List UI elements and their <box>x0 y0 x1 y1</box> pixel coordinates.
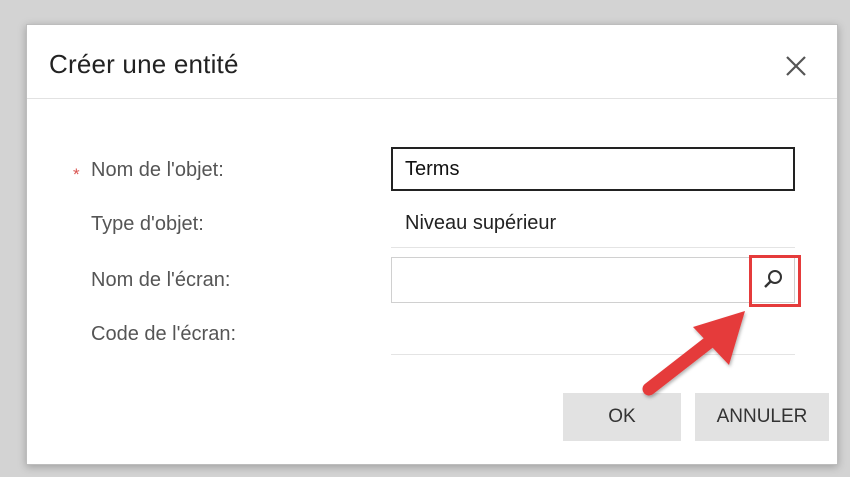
search-icon <box>764 270 782 288</box>
pointer-arrow-icon <box>642 311 745 396</box>
screen-code-label: Code de l'écran: <box>91 323 237 345</box>
required-indicator: * <box>73 165 80 184</box>
object-name-label: Nom de l'objet: <box>91 159 224 181</box>
object-type-label: Type d'objet: <box>91 213 204 235</box>
screen-name-label: Nom de l'écran: <box>91 269 231 291</box>
screen-name-field <box>391 257 795 303</box>
object-type-divider <box>391 247 795 248</box>
create-entity-dialog: Créer une entité * Nom de l'objet: Type … <box>26 24 838 465</box>
screen-name-input[interactable] <box>392 258 744 302</box>
ok-button[interactable]: OK <box>563 393 681 441</box>
close-icon <box>786 56 806 76</box>
screen-search-button[interactable] <box>752 258 794 302</box>
dialog-title: Créer une entité <box>49 49 239 79</box>
object-name-input[interactable] <box>391 147 795 191</box>
object-type-value: Niveau supérieur <box>405 212 557 234</box>
cancel-button[interactable]: ANNULER <box>695 393 829 441</box>
dialog-header: Créer une entité <box>27 25 837 99</box>
screen-code-divider <box>391 354 795 355</box>
close-button[interactable] <box>781 51 811 81</box>
